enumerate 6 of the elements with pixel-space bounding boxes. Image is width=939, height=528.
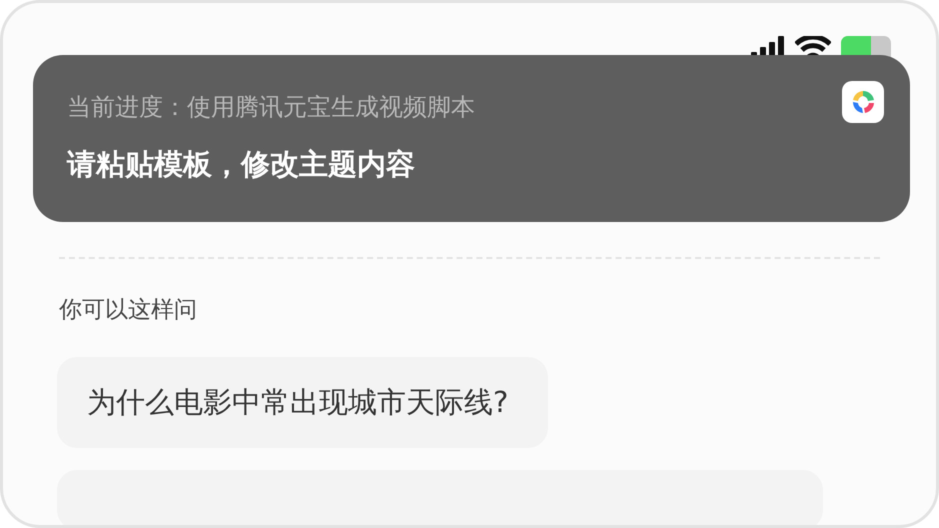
notification-banner[interactable]: 当前进度：使用腾讯元宝生成视频脚本 请粘贴模板，修改主题内容 — [33, 55, 910, 222]
app-icon — [842, 81, 884, 123]
suggestion-chip[interactable]: 为什么电影中常出现城市天际线? — [57, 357, 548, 448]
progress-text: 当前进度：使用腾讯元宝生成视频脚本 — [67, 92, 475, 123]
notification-message: 请粘贴模板，修改主题内容 — [67, 146, 416, 183]
suggestion-heading: 你可以这样问 — [59, 296, 198, 325]
